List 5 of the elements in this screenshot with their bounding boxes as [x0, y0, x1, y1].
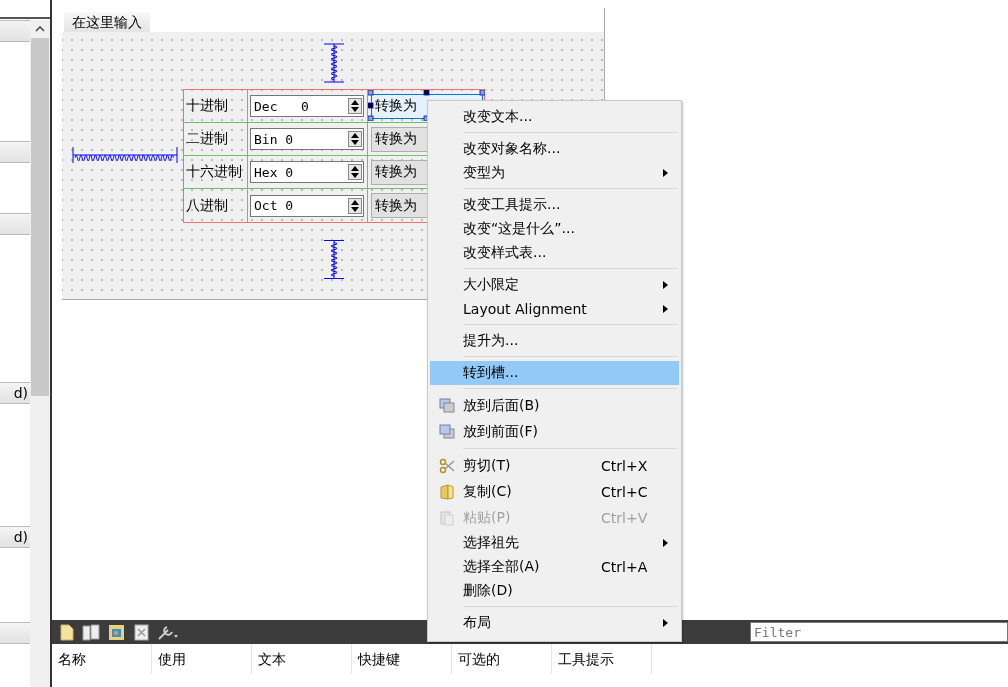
- field-label: 八进制: [185, 196, 228, 215]
- form-title: 在这里输入: [64, 12, 150, 32]
- field-label: 二进制: [185, 130, 228, 148]
- field-label: 十六进制: [185, 163, 242, 181]
- field-label: 十进制: [185, 97, 228, 115]
